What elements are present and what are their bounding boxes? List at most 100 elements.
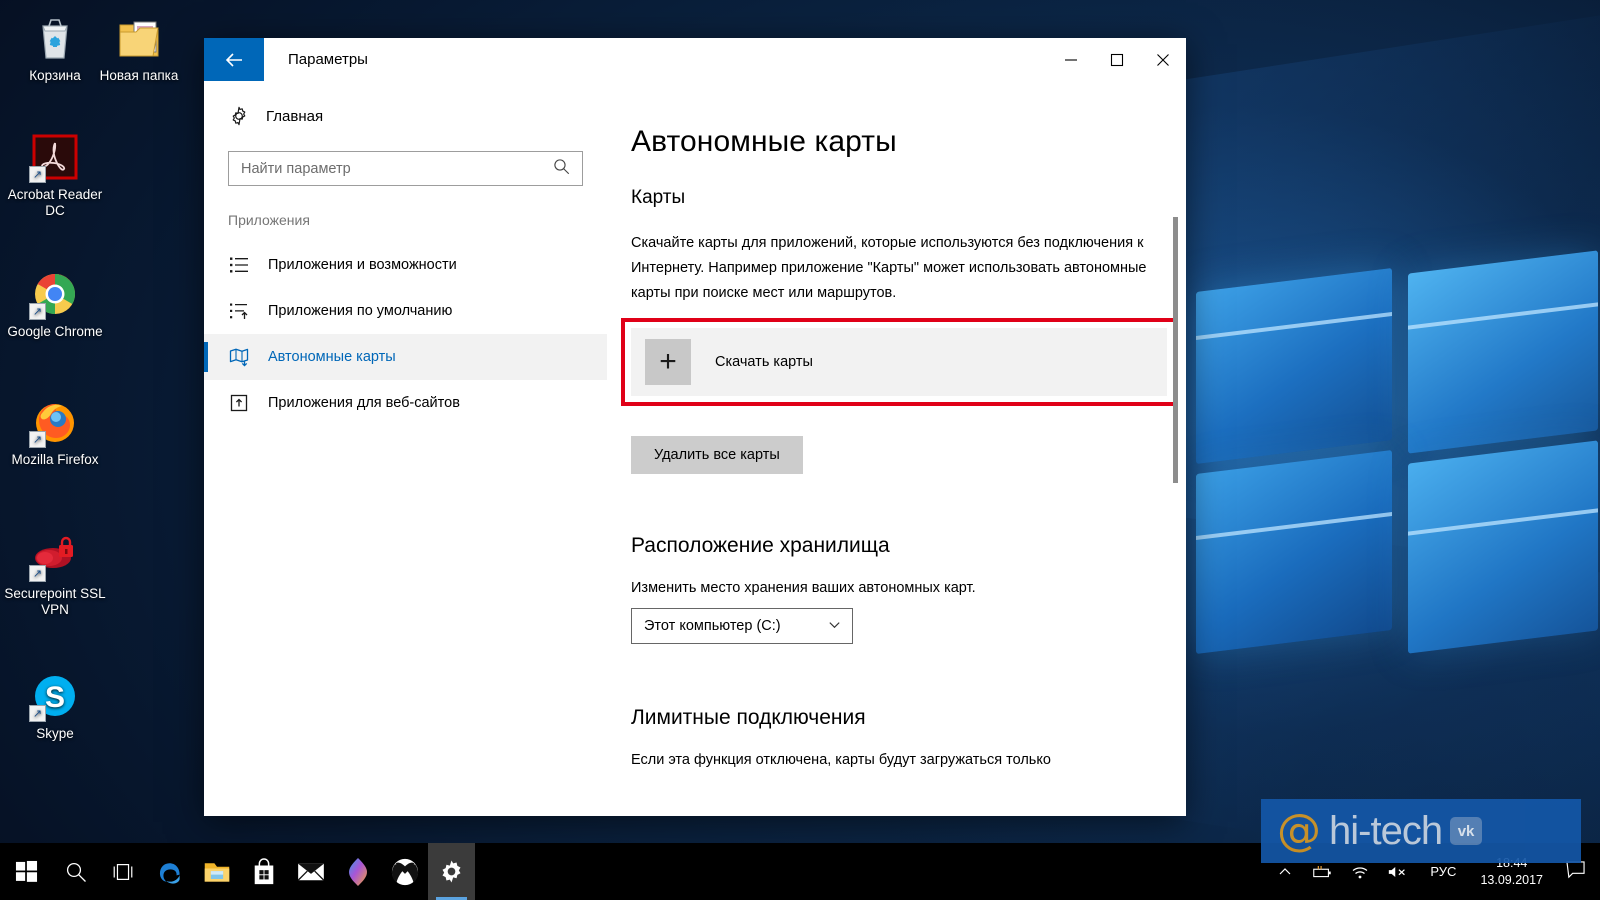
- search-box[interactable]: [228, 151, 583, 186]
- sidebar-item-home[interactable]: Главная: [204, 99, 607, 133]
- windows-logo-icon: [15, 860, 37, 882]
- edge-icon: [159, 862, 180, 884]
- minimize-button[interactable]: [1048, 38, 1094, 81]
- skype-icon: S ↗: [29, 672, 79, 722]
- windows-logo-pane: [1408, 250, 1598, 454]
- shortcut-overlay-icon: ↗: [29, 565, 46, 582]
- watermark-overlay: @ hi-tech vk: [1261, 799, 1581, 863]
- desktop-icon-label: Google Chrome: [7, 324, 103, 339]
- desktop-icon-skype[interactable]: S ↗ Skype: [0, 672, 110, 742]
- window-title: Параметры: [288, 51, 368, 68]
- maps-section-heading: Карты: [631, 187, 686, 208]
- windows-logo-pane: [1196, 267, 1392, 465]
- desktop-icon-label: Skype: [36, 726, 74, 741]
- taskbar-settings-button[interactable]: [428, 843, 475, 900]
- recycle-bin-icon: [31, 14, 79, 62]
- storage-section-heading: Расположение хранилища: [631, 534, 890, 557]
- windows-logo-pane: [1408, 440, 1598, 654]
- offline-maps-icon: [228, 346, 250, 368]
- download-maps-label: Скачать карты: [715, 354, 813, 370]
- chrome-icon: ↗: [29, 270, 79, 320]
- window-title-bar: Параметры: [204, 38, 1186, 81]
- xbox-icon: [391, 858, 418, 885]
- metered-section-heading: Лимитные подключения: [631, 706, 866, 729]
- desktop-icon-label: Новая папка: [99, 68, 179, 83]
- svg-text:S: S: [45, 681, 65, 714]
- battery-charging-icon[interactable]: [1302, 864, 1342, 880]
- volume-muted-icon[interactable]: [1378, 864, 1418, 880]
- store-bag-icon: [254, 857, 273, 884]
- desktop-icon-label: Mozilla Firefox: [11, 452, 99, 467]
- mail-icon: [297, 863, 324, 881]
- search-icon: [541, 158, 582, 180]
- sidebar-item-default-apps[interactable]: Приложения по умолчанию: [204, 288, 607, 334]
- sidebar-item-label: Приложения для веб-сайтов: [268, 395, 460, 411]
- taskbar-xbox-button[interactable]: [381, 843, 428, 900]
- task-view-icon: [113, 863, 132, 880]
- desktop-icon-acrobat-reader[interactable]: ↗ Acrobat Reader DC: [0, 133, 110, 219]
- desktop-icon-label: Acrobat Reader DC: [7, 187, 103, 218]
- download-maps-button[interactable]: + Скачать карты: [631, 328, 1167, 396]
- shortcut-overlay-icon: ↗: [29, 303, 46, 320]
- taskbar-store-button[interactable]: [240, 843, 287, 900]
- metered-description: Если эта функция отключена, карты будут …: [631, 752, 1051, 768]
- sidebar-item-label: Приложения и возможности: [268, 257, 457, 273]
- content-scrollbar-thumb[interactable]: [1173, 217, 1178, 483]
- watermark-at-symbol: @: [1277, 805, 1321, 856]
- settings-window: Параметры Главная Найти параметр Приложе…: [204, 38, 1186, 816]
- back-button[interactable]: [204, 38, 264, 81]
- taskbar-mail-button[interactable]: [287, 843, 334, 900]
- clock-date: 13.09.2017: [1480, 872, 1543, 887]
- chevron-up-icon[interactable]: [1268, 864, 1302, 880]
- maps-description: Скачайте карты для приложений, которые и…: [631, 235, 1147, 301]
- watermark-text: hi-tech: [1329, 809, 1443, 853]
- page-title: Автономные карты: [631, 125, 897, 158]
- back-arrow-icon: [225, 52, 242, 67]
- gear-icon: [442, 860, 461, 883]
- settings-content-pane: Автономные карты Карты Скачайте карты дл…: [607, 81, 1186, 816]
- sidebar-item-apps-features[interactable]: Приложения и возможности: [204, 242, 607, 288]
- acrobat-reader-icon: ↗: [29, 133, 79, 183]
- storage-description: Изменить место хранения ваших автономных…: [631, 580, 976, 596]
- close-icon: [1157, 53, 1169, 66]
- desktop-icon-google-chrome[interactable]: ↗ Google Chrome: [0, 270, 110, 340]
- shortcut-overlay-icon: ↗: [29, 166, 46, 183]
- wifi-icon[interactable]: [1342, 864, 1378, 880]
- start-button[interactable]: [0, 843, 52, 900]
- sidebar-item-label: Автономные карты: [268, 349, 396, 365]
- search-icon: [66, 862, 86, 882]
- shortcut-overlay-icon: ↗: [29, 705, 46, 722]
- maximize-button[interactable]: [1094, 38, 1140, 81]
- taskbar-edge-button[interactable]: [146, 843, 193, 900]
- vk-icon: vk: [1450, 817, 1483, 845]
- shortcut-overlay-icon: ↗: [29, 431, 46, 448]
- minimize-icon: [1065, 58, 1077, 61]
- desktop-icon-new-folder[interactable]: Новая папка: [84, 14, 194, 84]
- close-button[interactable]: [1140, 38, 1186, 81]
- desktop-icon-mozilla-firefox[interactable]: ↗ Mozilla Firefox: [0, 398, 110, 468]
- gear-icon: [232, 106, 246, 126]
- chevron-down-icon: [827, 617, 842, 636]
- sidebar-home-label: Главная: [266, 107, 324, 125]
- search-input[interactable]: [229, 160, 541, 177]
- settings-sidebar: Главная Приложения: [204, 81, 607, 816]
- action-center-icon[interactable]: [1555, 860, 1600, 884]
- taskbar-search-button[interactable]: [52, 843, 99, 900]
- storage-location-value: Этот компьютер (C:): [644, 618, 781, 634]
- taskbar-file-explorer-button[interactable]: [193, 843, 240, 900]
- app-list-icon: [228, 254, 250, 276]
- desktop-icon-securepoint-vpn[interactable]: ↗ Securepoint SSL VPN: [0, 532, 110, 618]
- maximize-icon: [1110, 53, 1124, 66]
- vpn-lock-icon: ↗: [29, 532, 79, 582]
- sidebar-group-label: Приложения: [228, 212, 310, 228]
- delete-all-maps-button[interactable]: Удалить все карты: [631, 436, 803, 474]
- task-view-button[interactable]: [99, 843, 146, 900]
- taskbar-groove-music-button[interactable]: [334, 843, 381, 900]
- desktop-icon-label: Securepoint SSL VPN: [4, 586, 106, 617]
- firefox-icon: ↗: [29, 398, 79, 448]
- language-indicator[interactable]: РУС: [1418, 864, 1468, 879]
- storage-location-dropdown[interactable]: Этот компьютер (C:): [631, 608, 853, 644]
- sidebar-item-websites-apps[interactable]: Приложения для веб-сайтов: [204, 380, 607, 426]
- folder-icon: [204, 862, 229, 882]
- sidebar-item-offline-maps[interactable]: Автономные карты: [204, 334, 607, 380]
